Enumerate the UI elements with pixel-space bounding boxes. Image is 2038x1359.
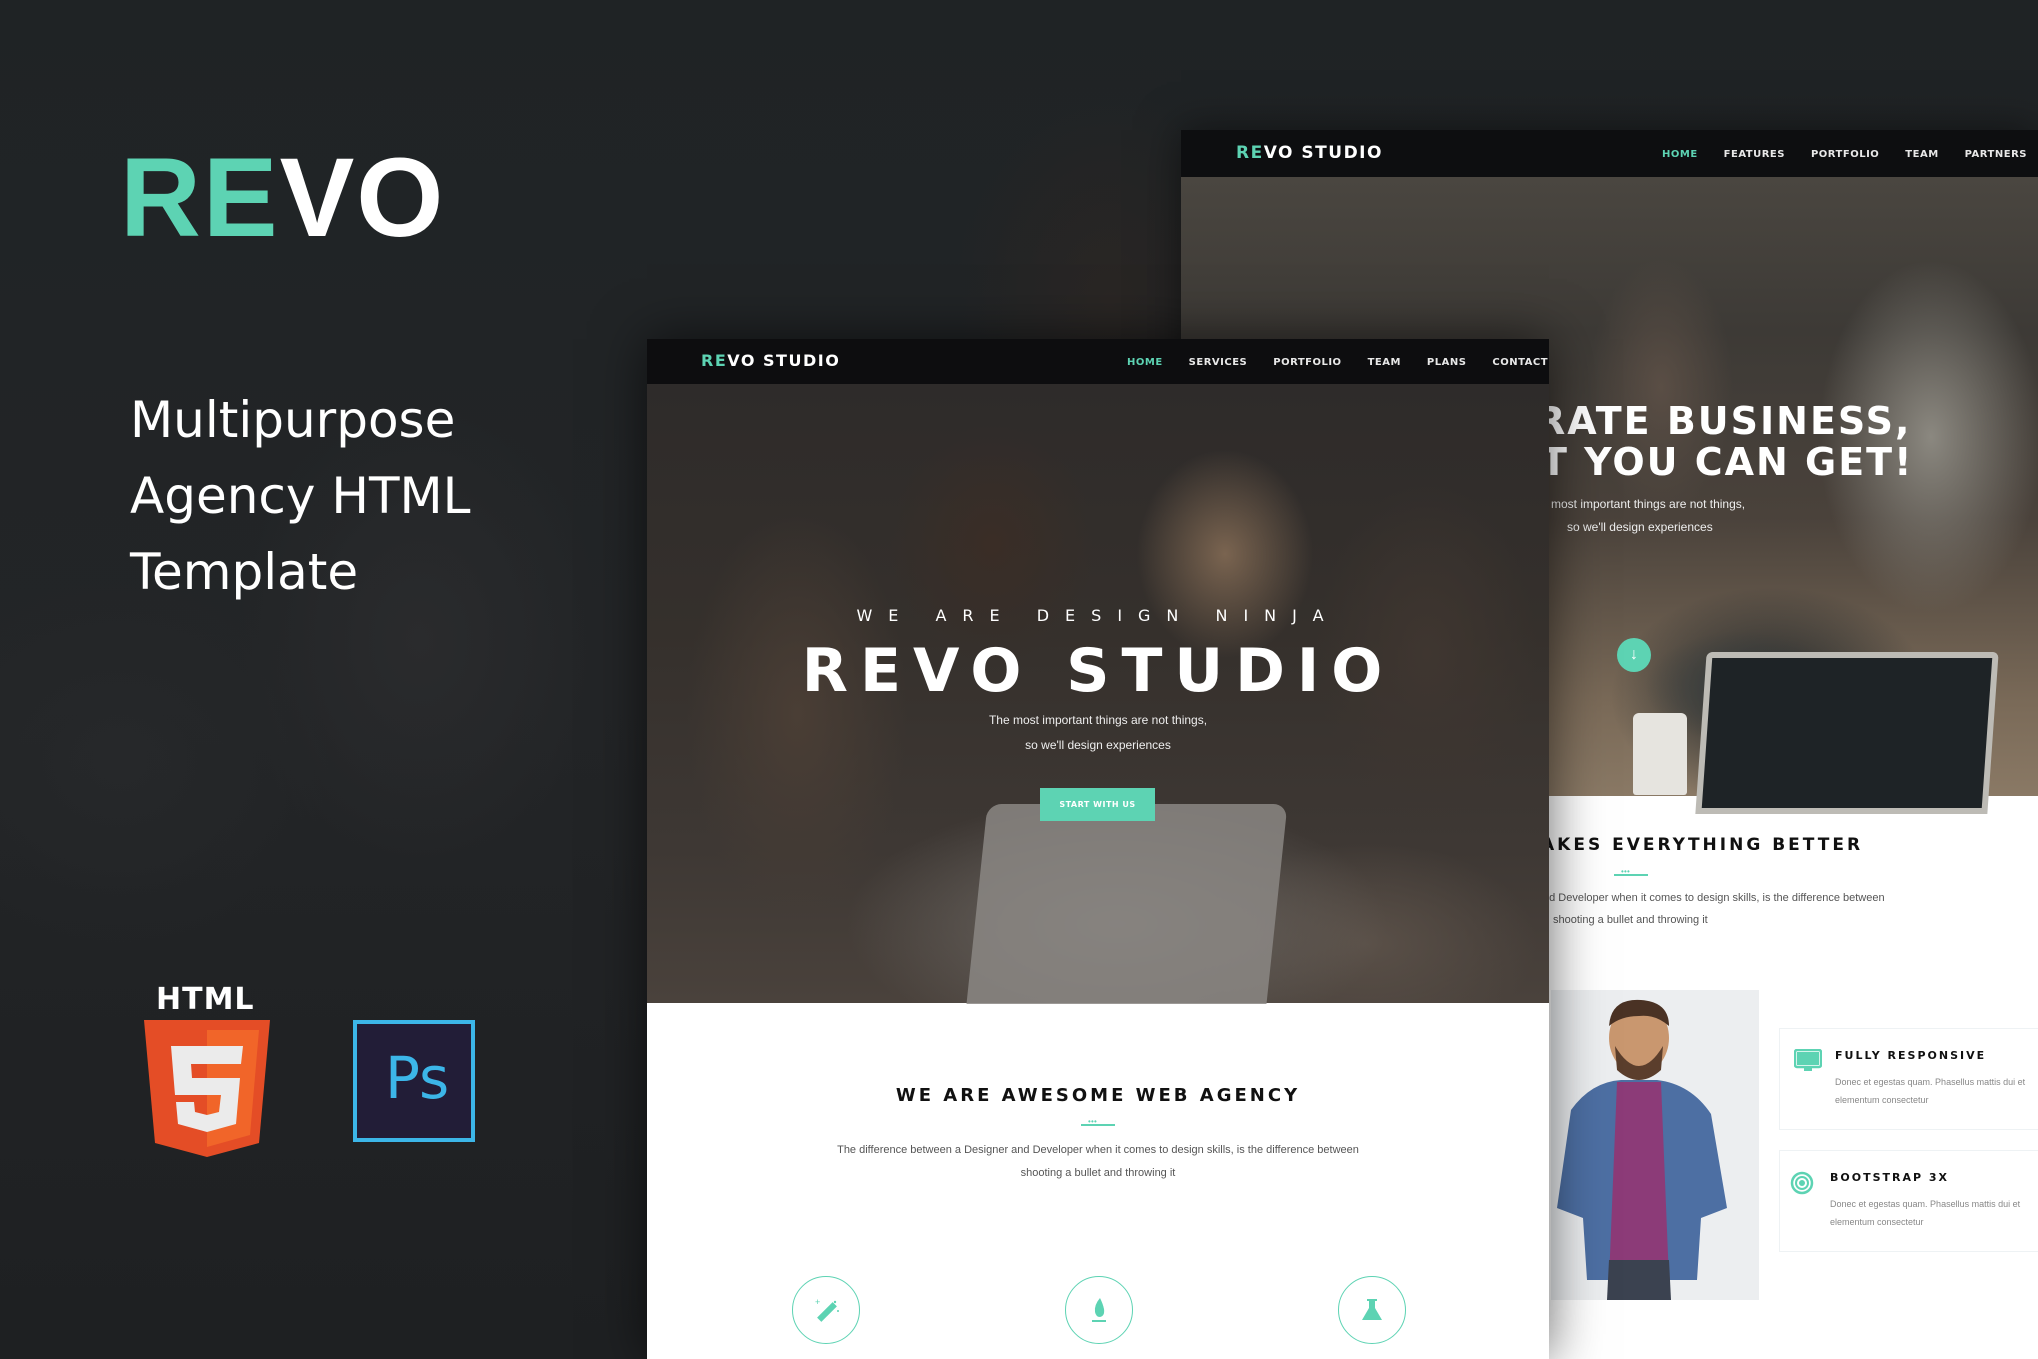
html5-badge: HTML [144, 982, 270, 1157]
photoshop-icon: Ps [385, 1044, 450, 1112]
logo-accent: RE [701, 351, 728, 370]
feature-desc: Donec et egestas quam. Phasellus mattis … [1830, 1199, 2021, 1227]
back-hero-sub: most important things are not things, [1551, 497, 1746, 511]
nav-portfolio[interactable]: PORTFOLIO [1273, 357, 1341, 368]
nav-features[interactable]: FEATURES [1724, 149, 1785, 160]
tagline-line: Template [130, 543, 359, 601]
tagline: Multipurpose Agency HTML Template [130, 382, 471, 610]
hero-subtitle: so we'll design experiences [1025, 738, 1171, 752]
target-icon [1790, 1171, 1814, 1200]
tagline-line: Multipurpose [130, 391, 456, 449]
back-section-text: shooting a bullet and throwing it [1553, 914, 1708, 926]
service-icon-circle[interactable] [1338, 1276, 1406, 1344]
tagline-line: Agency HTML [130, 467, 471, 525]
person-illustration [1557, 999, 1727, 1300]
section-divider [1614, 867, 1648, 876]
back-section-title: AKES EVERYTHING BETTER [1541, 835, 1864, 855]
back-logo[interactable]: REVO STUDIO [1236, 143, 1383, 163]
coffee-cup-image [1633, 713, 1687, 795]
front-hero: WE ARE DESIGN NINJA REVO STUDIO The most… [647, 384, 1549, 1004]
front-logo[interactable]: REVO STUDIO [701, 351, 840, 370]
nav-team[interactable]: TEAM [1368, 357, 1401, 368]
feature-desc: Donec et egestas quam. Phasellus mattis … [1835, 1077, 2026, 1105]
nav-services[interactable]: SERVICES [1189, 357, 1248, 368]
service-icon-circle[interactable] [1065, 1276, 1133, 1344]
scroll-down-button[interactable]: ↓ [1617, 638, 1651, 672]
hero-title: REVO STUDIO [801, 636, 1395, 706]
front-navbar: REVO STUDIO HOME SERVICES PORTFOLIO TEAM… [647, 339, 1549, 384]
section-text: The difference between a Designer and De… [837, 1144, 1359, 1156]
logo-rest: VO STUDIO [1263, 143, 1383, 163]
feature-title: FULLY RESPONSIVE [1835, 1049, 1987, 1062]
front-nav-links: HOME SERVICES PORTFOLIO TEAM PLANS CONTA… [1127, 357, 1548, 368]
nav-plans[interactable]: PLANS [1427, 357, 1467, 368]
flask-icon [1362, 1299, 1382, 1320]
feature-card: BOOTSTRAP 3X Donec et egestas quam. Phas… [1779, 1150, 2038, 1252]
section-title: WE ARE AWESOME WEB AGENCY [895, 1085, 1301, 1106]
laptop-image [966, 804, 1288, 1004]
nav-contact[interactable]: CONTACT [1492, 357, 1548, 368]
nav-home[interactable]: HOME [1662, 149, 1698, 160]
front-mockup: REVO STUDIO HOME SERVICES PORTFOLIO TEAM… [647, 339, 1549, 1359]
magic-wand-icon: + [815, 1297, 839, 1322]
section-text: shooting a bullet and throwing it [1020, 1167, 1176, 1179]
brand-logo: REVO [120, 142, 445, 254]
photoshop-badge: Ps [353, 1020, 475, 1142]
back-hero-headline: RATE BUSINESS, [1536, 399, 1912, 443]
hero-kicker: WE ARE DESIGN NINJA [856, 606, 1340, 625]
section-divider [1081, 1117, 1115, 1126]
nav-partners[interactable]: PARTNERS [1965, 149, 2027, 160]
service-icon-circle[interactable]: + [792, 1276, 860, 1344]
nav-portfolio[interactable]: PORTFOLIO [1811, 149, 1879, 160]
logo-rest: VO STUDIO [727, 351, 841, 370]
back-hero-headline: T YOU CAN GET! [1541, 440, 1914, 484]
html5-word: HTML [156, 982, 255, 1017]
svg-text:+: + [815, 1297, 820, 1307]
logo-accent: RE [1236, 143, 1264, 163]
back-section-text: nd Developer when it comes to design ski… [1543, 892, 1885, 904]
back-hero-sub: so we'll design experiences [1567, 520, 1713, 534]
html5-shield-icon [144, 1020, 270, 1157]
feature-card: FULLY RESPONSIVE Donec et egestas quam. … [1779, 1028, 2038, 1130]
nav-home[interactable]: HOME [1127, 357, 1163, 368]
back-navbar: REVO STUDIO HOME FEATURES PORTFOLIO TEAM… [1181, 130, 2038, 177]
fire-icon [1092, 1298, 1106, 1322]
brand-logo-rest: VO [279, 135, 446, 260]
laptop-image [1695, 652, 1999, 814]
monitor-icon [1793, 1048, 1823, 1078]
brand-logo-accent: RE [120, 135, 280, 260]
team-member-photo [1551, 990, 1759, 1300]
arrow-down-icon: ↓ [1630, 646, 1638, 663]
nav-team[interactable]: TEAM [1905, 149, 1938, 160]
back-nav-links: HOME FEATURES PORTFOLIO TEAM PARTNERS BL… [1662, 149, 2038, 160]
hero-subtitle: The most important things are not things… [988, 713, 1208, 727]
feature-title: BOOTSTRAP 3X [1830, 1171, 1950, 1184]
start-with-us-button[interactable]: START WITH US [1040, 788, 1155, 821]
